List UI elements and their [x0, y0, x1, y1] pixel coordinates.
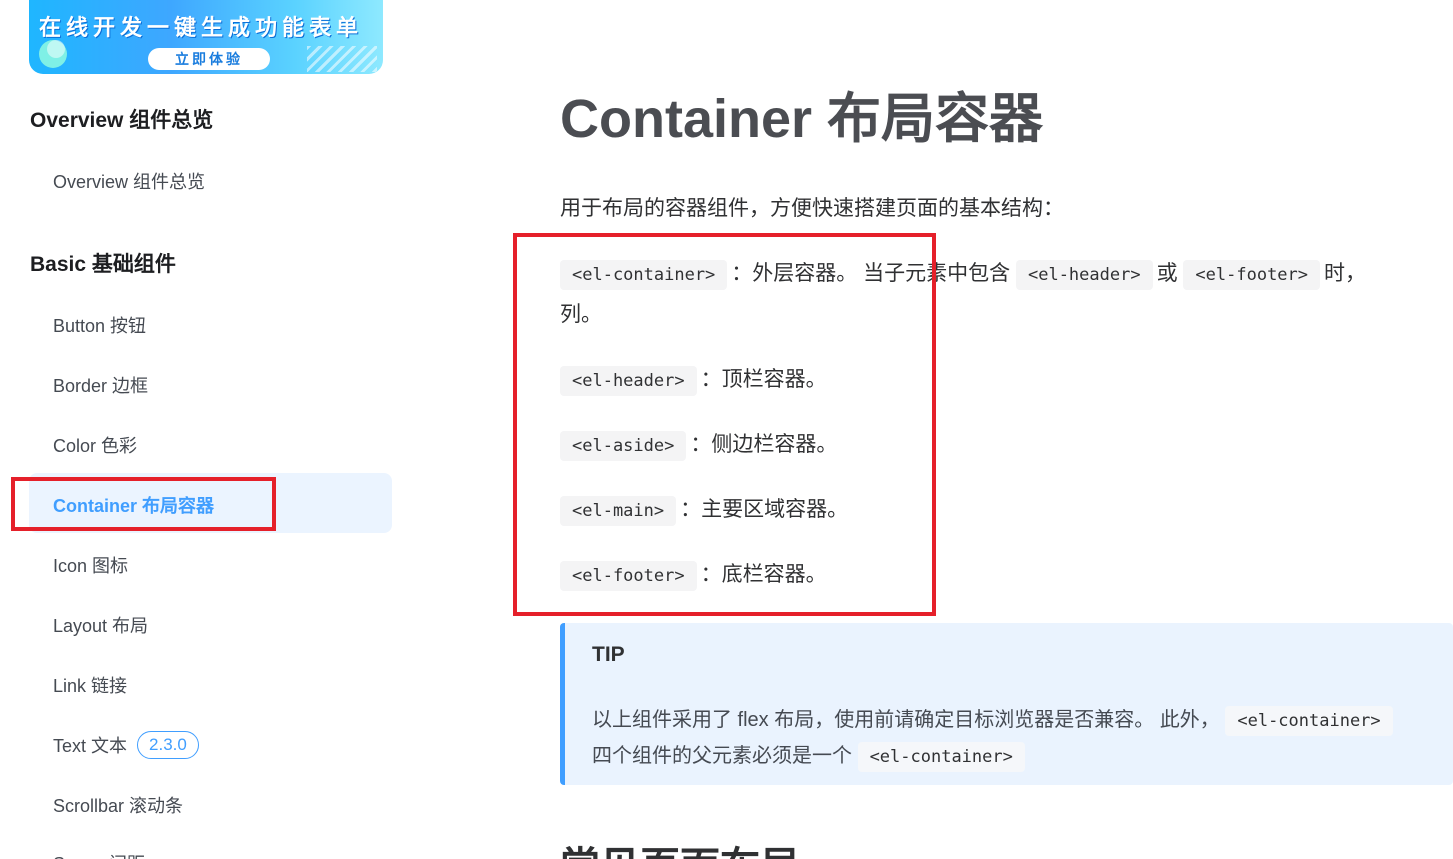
- sidebar-item-border[interactable]: Border 边框: [53, 372, 148, 398]
- item-container: <el-container> ：外层容器。 当子元素中包含 <el-header>…: [560, 257, 1367, 290]
- sidebar-item-icon[interactable]: Icon 图标: [53, 552, 128, 578]
- sidebar-item-color[interactable]: Color 色彩: [53, 432, 137, 458]
- code-tag: <el-header>: [560, 366, 697, 396]
- item-desc: ：外层容器。 当子元素中包含: [731, 262, 1011, 285]
- tip-text: 四个组件的父元素必须是一个 <el-container>: [592, 739, 1029, 772]
- item-desc: ：主要区域容器。: [680, 498, 849, 521]
- page-title: Container 布局容器: [560, 89, 1044, 149]
- item-desc: ：底栏容器。: [700, 563, 827, 586]
- sidebar-item-layout[interactable]: Layout 布局: [53, 612, 148, 638]
- code-tag: <el-aside>: [560, 431, 687, 461]
- banner-decoration: [47, 40, 65, 58]
- sidebar-item-container[interactable]: Container 布局容器: [53, 492, 214, 518]
- item-container-wrap: 列。: [560, 303, 602, 326]
- code-tag: <el-main>: [560, 496, 677, 526]
- code-tag: <el-header>: [1015, 260, 1153, 290]
- section-heading: 常见页面布局: [560, 834, 800, 859]
- group-title-overview: Overview 组件总览: [30, 109, 214, 132]
- item-desc: ：顶栏容器。: [700, 368, 827, 391]
- sidebar-item-button[interactable]: Button 按钮: [53, 312, 146, 338]
- banner-stripes: [307, 46, 377, 72]
- banner-slogan: 在线开发一键生成功能表单: [39, 15, 364, 41]
- code-tag: <el-container>: [560, 260, 728, 290]
- tip-text-part: 以上组件采用了 flex 布局，使用前请确定目标浏览器是否兼容。 此外，: [592, 709, 1220, 731]
- item-main: <el-main> ：主要区域容器。: [560, 493, 849, 526]
- sidebar-item-scrollbar[interactable]: Scrollbar 滚动条: [53, 792, 183, 818]
- item-desc: ：侧边栏容器。: [690, 433, 838, 456]
- code-tag: <el-container>: [1225, 706, 1393, 736]
- tip-title: TIP: [592, 643, 625, 666]
- sidebar-item-space[interactable]: Space 间距: [53, 850, 145, 859]
- tip-box: TIP 以上组件采用了 flex 布局，使用前请确定目标浏览器是否兼容。 此外，…: [560, 623, 1453, 785]
- banner-try-button[interactable]: 立即体验: [148, 48, 270, 70]
- item-header: <el-header> ：顶栏容器。: [560, 363, 827, 396]
- item-aside: <el-aside> ：侧边栏容器。: [560, 428, 838, 461]
- sidebar-item-overview[interactable]: Overview 组件总览: [53, 168, 205, 194]
- sidebar-item-text[interactable]: Text 文本 2.3.0: [53, 731, 199, 761]
- code-tag: <el-footer>: [1183, 260, 1321, 290]
- group-title-basic: Basic 基础组件: [30, 253, 176, 276]
- code-tag: <el-footer>: [560, 561, 697, 591]
- item-text: 时，: [1324, 262, 1367, 285]
- sidebar-item-link[interactable]: Link 链接: [53, 672, 127, 698]
- item-text: 或: [1156, 262, 1178, 285]
- docs-page: 在线开发一键生成功能表单 立即体验 Overview 组件总览 Overview…: [0, 0, 1453, 859]
- sidebar-item-label: Text 文本: [53, 736, 128, 756]
- promo-banner[interactable]: 在线开发一键生成功能表单 立即体验: [29, 0, 383, 74]
- main-content: Container 布局容器 用于布局的容器组件，方便快速搭建页面的基本结构： …: [560, 0, 1453, 859]
- version-badge: 2.3.0: [137, 731, 199, 760]
- code-tag: <el-container>: [857, 742, 1025, 772]
- intro-text: 用于布局的容器组件，方便快速搭建页面的基本结构：: [560, 197, 1064, 220]
- tip-text-part: 四个组件的父元素必须是一个: [592, 745, 852, 767]
- sidebar: 在线开发一键生成功能表单 立即体验 Overview 组件总览 Overview…: [0, 0, 400, 859]
- item-footer: <el-footer> ：底栏容器。: [560, 558, 827, 591]
- tip-text: 以上组件采用了 flex 布局，使用前请确定目标浏览器是否兼容。 此外， <el…: [592, 703, 1397, 736]
